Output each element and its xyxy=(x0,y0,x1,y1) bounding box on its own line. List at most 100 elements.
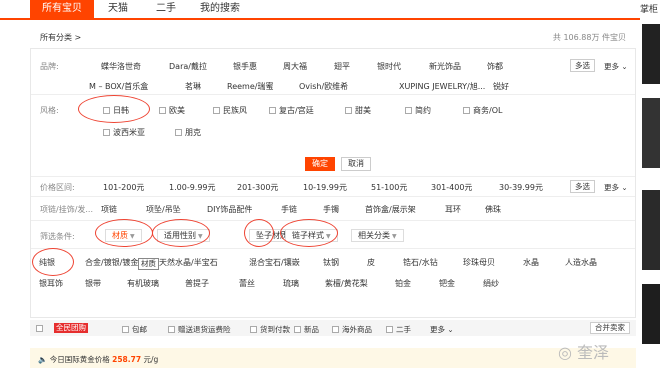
cancel-button[interactable]: 取消 xyxy=(341,157,371,171)
sidebar-header: 掌柜 xyxy=(640,5,659,15)
material-option[interactable]: 钛钢 xyxy=(323,257,339,268)
checkbox-icon xyxy=(250,326,257,333)
price-range[interactable]: 101-200元 xyxy=(103,182,144,193)
material-option[interactable]: 水晶 xyxy=(523,257,539,268)
material-option[interactable]: 有机玻璃 xyxy=(127,278,159,289)
product-thumbnail[interactable] xyxy=(642,98,660,168)
combine-sellers-button[interactable]: 合并卖家 xyxy=(590,322,630,334)
material-option[interactable]: 蕾丝 xyxy=(239,278,255,289)
brand-item[interactable]: M – BOX/首乐盒 xyxy=(89,81,148,92)
category-item[interactable]: 耳环 xyxy=(445,204,461,215)
tab-my-search[interactable]: 我的搜索 xyxy=(200,0,240,18)
tab-all-items[interactable]: 所有宝贝 xyxy=(30,0,94,18)
price-range[interactable]: 1.00-9.99元 xyxy=(169,182,216,193)
price-range[interactable]: 51-100元 xyxy=(371,182,407,193)
material-option[interactable]: 天然水晶/半宝石 xyxy=(159,257,218,268)
price-range[interactable]: 301-400元 xyxy=(431,182,472,193)
category-item[interactable]: 手链 xyxy=(281,204,297,215)
material-option[interactable]: 钯金 xyxy=(439,278,455,289)
style-option[interactable]: 波西米亚 xyxy=(103,127,145,138)
style-option[interactable]: 民族风 xyxy=(213,105,247,116)
annotation-ring xyxy=(95,219,153,247)
group-buy-badge[interactable]: 全民团购 xyxy=(54,323,88,333)
checkbox-icon xyxy=(345,107,352,114)
brand-item[interactable]: Dara/戴拉 xyxy=(169,61,207,72)
brand-multi-select-button[interactable]: 多选 xyxy=(570,59,595,72)
filter-checkbox[interactable]: 二手 xyxy=(386,324,411,335)
material-option[interactable]: 人造水晶 xyxy=(565,257,597,268)
brand-item[interactable]: Reeme/瑞蜜 xyxy=(227,81,273,92)
brand-item[interactable]: 新光饰品 xyxy=(429,61,461,72)
material-option[interactable]: 银耳饰 xyxy=(39,278,63,289)
brand-item[interactable]: XUPING JEWELRY/旭... xyxy=(399,81,485,92)
more-label: 更多 xyxy=(430,325,445,334)
more-label: 更多 xyxy=(604,183,619,192)
checkbox-icon xyxy=(36,325,43,332)
style-option[interactable]: 欧美 xyxy=(159,105,185,116)
bar-more-button[interactable]: 更多 ⌄ xyxy=(430,324,454,335)
brand-item[interactable]: 茗琳 xyxy=(185,81,201,92)
tab-tmall[interactable]: 天猫 xyxy=(108,0,128,18)
category-item[interactable]: 项坠/吊坠 xyxy=(146,204,181,215)
brand-more-button[interactable]: 更多 ⌄ xyxy=(604,61,628,72)
filter-checkbox[interactable]: 赠送退货运费险 xyxy=(168,324,231,335)
product-thumbnail[interactable] xyxy=(642,190,660,270)
brand-item[interactable]: 翅平 xyxy=(334,61,350,72)
style-option[interactable]: 甜美 xyxy=(345,105,371,116)
material-option[interactable]: 合金/镀银/镀金 xyxy=(85,257,138,268)
material-option[interactable]: 普提子 xyxy=(185,278,209,289)
related-category-dropdown[interactable]: 相关分类 ▼ xyxy=(351,229,404,242)
style-option[interactable]: 复古/宫廷 xyxy=(269,105,314,116)
price-multi-select-button[interactable]: 多选 xyxy=(570,180,595,193)
filter-checkbox[interactable]: 货到付款 xyxy=(250,324,290,335)
style-option[interactable]: 商务/OL xyxy=(463,105,502,116)
category-label: 项链/挂饰/发... xyxy=(40,205,94,214)
tab-second-hand[interactable]: 二手 xyxy=(156,0,176,18)
material-option[interactable]: 琉璃 xyxy=(283,278,299,289)
material-option[interactable]: 皮 xyxy=(367,257,375,268)
filter-checkbox[interactable]: 新品 xyxy=(294,324,319,335)
brand-item[interactable]: 银时代 xyxy=(377,61,401,72)
price-row: 价格区间: 101-200元 1.00-9.99元 201-300元 10-19… xyxy=(31,177,635,197)
price-range[interactable]: 201-300元 xyxy=(237,182,278,193)
brand-item[interactable]: 锐好 xyxy=(493,81,509,92)
style-option[interactable]: 简约 xyxy=(405,105,431,116)
material-option[interactable]: 铂金 xyxy=(395,278,411,289)
category-item[interactable]: 佛珠 xyxy=(485,204,501,215)
material-option[interactable]: 混合宝石/镶嵌 xyxy=(249,257,300,268)
price-more-button[interactable]: 更多 ⌄ xyxy=(604,182,628,193)
material-option[interactable]: 紫檀/黄花梨 xyxy=(325,278,368,289)
style-option-label: 简约 xyxy=(415,106,431,115)
brand-item[interactable]: Ovish/欧维希 xyxy=(299,81,348,92)
material-option[interactable]: 银带 xyxy=(85,278,101,289)
category-item[interactable]: 手镯 xyxy=(323,204,339,215)
category-item[interactable]: 项链 xyxy=(101,204,117,215)
gold-price-bar: 🔈 今日国际黄金价格 258.77 元/g xyxy=(30,348,636,368)
checkbox-icon xyxy=(175,129,182,136)
confirm-button[interactable]: 确定 xyxy=(305,157,335,171)
wechat-icon: ◎ xyxy=(558,343,578,362)
annotation-ring xyxy=(244,219,274,247)
category-item[interactable]: DIY饰品配件 xyxy=(207,204,252,215)
checkbox-icon xyxy=(294,326,301,333)
filter-label: 包邮 xyxy=(132,325,147,334)
material-option[interactable]: 绢纱 xyxy=(483,278,499,289)
product-thumbnail[interactable] xyxy=(642,24,660,84)
brand-item[interactable]: 蝶华洛世奇 xyxy=(101,61,141,72)
material-option[interactable]: 锆石/水钻 xyxy=(403,257,438,268)
breadcrumb[interactable]: 所有分类 > xyxy=(40,32,81,43)
category-item[interactable]: 首饰盒/展示架 xyxy=(365,204,416,215)
style-option[interactable]: 朋克 xyxy=(175,127,201,138)
material-option[interactable]: 珍珠母贝 xyxy=(463,257,495,268)
brand-item[interactable]: 饰都 xyxy=(487,61,503,72)
price-range[interactable]: 10-19.99元 xyxy=(303,182,347,193)
product-thumbnail[interactable] xyxy=(642,284,660,344)
filter-checkbox[interactable] xyxy=(36,324,46,333)
brand-item[interactable]: 银手惠 xyxy=(233,61,257,72)
filter-checkbox[interactable]: 海外商品 xyxy=(332,324,372,335)
chevron-down-icon: ⌄ xyxy=(619,183,628,192)
price-range[interactable]: 30-39.99元 xyxy=(499,182,543,193)
brand-item[interactable]: 周大福 xyxy=(283,61,307,72)
speaker-icon: 🔈 xyxy=(38,355,50,364)
filter-checkbox[interactable]: 包邮 xyxy=(122,324,147,335)
